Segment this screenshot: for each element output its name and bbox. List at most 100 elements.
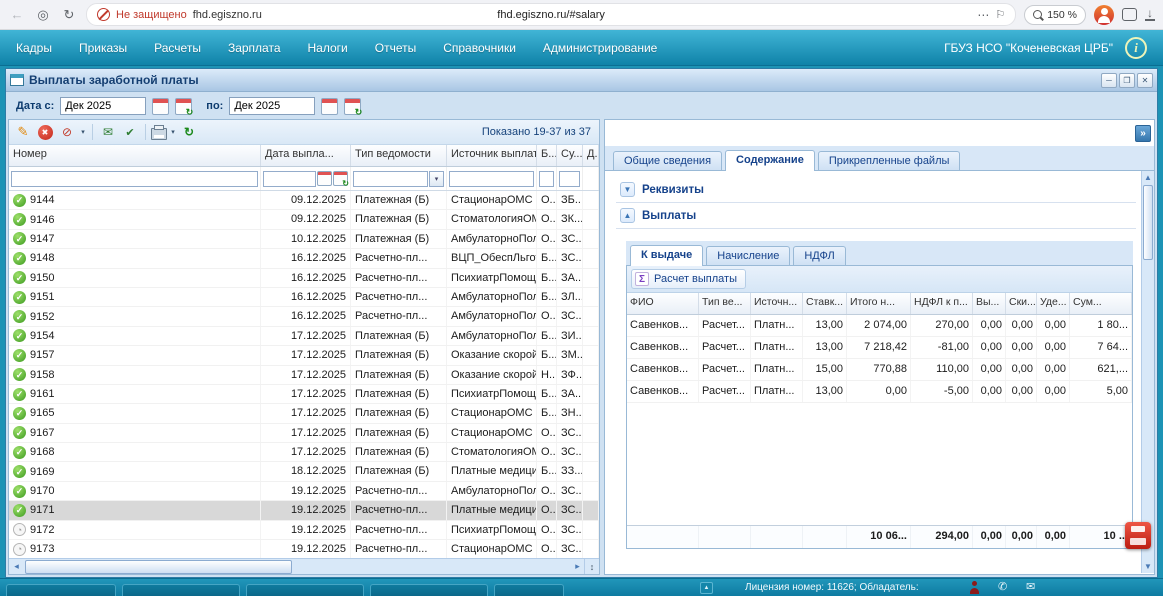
download-icon[interactable]: ↓ xyxy=(1145,7,1155,21)
table-row[interactable]: Савенков... Расчет... Платн... 13,00 2 0… xyxy=(627,315,1132,337)
taskbar-button[interactable] xyxy=(6,584,116,596)
calendar-refresh-icon[interactable] xyxy=(344,97,362,118)
phone-icon[interactable]: ✆ xyxy=(998,580,1007,593)
site-icon[interactable]: ◎ xyxy=(34,7,52,23)
table-row[interactable]: 9158 17.12.2025 Платежная (Б) Оказание с… xyxy=(9,365,599,385)
column-header-source[interactable]: Источник выплат xyxy=(447,145,537,166)
date-to-input[interactable] xyxy=(229,97,316,115)
refresh-icon[interactable]: ↻ xyxy=(179,122,199,142)
table-row[interactable]: 9152 16.12.2025 Расчетно-пл... Амбулатор… xyxy=(9,307,599,327)
table-row[interactable]: 9172 19.12.2025 Расчетно-пл... ПсихиатрП… xyxy=(9,520,599,541)
more-icon[interactable]: ⋯ xyxy=(977,8,989,22)
calendar-refresh-icon[interactable] xyxy=(333,171,349,188)
taskbar-button[interactable] xyxy=(494,584,564,596)
send-icon[interactable]: ✉ xyxy=(98,122,118,142)
calc-payment-button[interactable]: Σ Расчет выплаты xyxy=(631,269,746,289)
scroll-up-button[interactable]: ▲ xyxy=(700,582,713,594)
table-row[interactable]: 9157 17.12.2025 Платежная (Б) Оказание с… xyxy=(9,346,599,366)
column-header-ski[interactable]: Ски... xyxy=(1006,293,1037,314)
column-header-vy[interactable]: Вы... xyxy=(973,293,1006,314)
chevron-down-icon[interactable]: ▾ xyxy=(169,128,177,136)
filter-date-input[interactable] xyxy=(263,170,316,187)
print-report-icon[interactable] xyxy=(1125,522,1151,549)
column-header-date[interactable]: Дата выпла... xyxy=(261,145,351,166)
column-header-type[interactable]: Тип ве... xyxy=(699,293,751,314)
scrollbar-thumb[interactable] xyxy=(25,560,292,574)
menu-item[interactable]: Отчеты xyxy=(375,41,416,55)
payout-tab[interactable]: Начисление xyxy=(706,246,791,265)
profile-avatar-icon[interactable] xyxy=(1094,4,1114,25)
table-row[interactable]: 9169 18.12.2025 Платежная (Б) Платные ме… xyxy=(9,462,599,482)
chevron-down-icon[interactable]: ▾ xyxy=(79,128,87,136)
print-icon[interactable] xyxy=(151,124,167,140)
taskbar-button[interactable] xyxy=(122,584,240,596)
column-header-number[interactable]: Номер xyxy=(9,145,261,166)
menu-item[interactable]: Приказы xyxy=(79,41,127,55)
table-row[interactable]: Савенков... Расчет... Платн... 13,00 7 2… xyxy=(627,337,1132,359)
detail-tab[interactable]: Содержание xyxy=(725,150,815,171)
table-row[interactable]: 9147 10.12.2025 Платежная (Б) Амбулаторн… xyxy=(9,229,599,250)
scroll-down-icon[interactable]: ▼ xyxy=(1142,560,1154,573)
scrollbar-thumb[interactable] xyxy=(1143,185,1153,260)
table-row[interactable]: Савенков... Расчет... Платн... 13,00 0,0… xyxy=(627,381,1132,403)
calendar-icon[interactable] xyxy=(152,97,170,115)
menu-item[interactable]: Кадры xyxy=(16,41,52,55)
dropdown-icon[interactable]: ▾ xyxy=(429,170,444,187)
table-row[interactable]: 9173 19.12.2025 Расчетно-пл... Стационар… xyxy=(9,540,599,558)
scroll-up-icon[interactable]: ▲ xyxy=(1142,171,1154,184)
filter-number-input[interactable] xyxy=(11,170,258,187)
table-row[interactable]: 9146 09.12.2025 Платежная (Б) Стоматолог… xyxy=(9,210,599,230)
date-from-input[interactable] xyxy=(60,97,147,115)
close-button[interactable]: ✕ xyxy=(1137,72,1153,88)
filter-su-input[interactable] xyxy=(559,170,580,187)
resize-icon[interactable]: ↕ xyxy=(584,559,599,574)
column-header-total[interactable]: Итого н... xyxy=(847,293,911,314)
minimize-button[interactable]: ─ xyxy=(1101,72,1117,88)
column-header-fio[interactable]: ФИО xyxy=(627,293,699,314)
table-row[interactable]: 9150 16.12.2025 Расчетно-пл... ПсихиатрП… xyxy=(9,268,599,288)
horizontal-scrollbar[interactable]: ◂ ▸ ↕ xyxy=(9,558,599,574)
table-row[interactable]: 9168 17.12.2025 Платежная (Б) Стоматолог… xyxy=(9,443,599,463)
table-row[interactable]: 9170 19.12.2025 Расчетно-пл... Амбулатор… xyxy=(9,481,599,502)
vertical-scrollbar[interactable]: ▲ ▼ xyxy=(1141,171,1154,573)
taskbar-button[interactable] xyxy=(370,584,488,596)
back-icon[interactable]: ← xyxy=(8,7,26,22)
column-header-ndfl[interactable]: НДФЛ к п... xyxy=(911,293,973,314)
menu-item[interactable]: Налоги xyxy=(308,41,348,55)
calendar-icon[interactable] xyxy=(317,171,332,186)
table-row[interactable]: 9167 17.12.2025 Платежная (Б) СтационарО… xyxy=(9,423,599,444)
column-header-ude[interactable]: Уде... xyxy=(1037,293,1070,314)
filter-b-input[interactable] xyxy=(539,170,554,187)
restore-button[interactable]: ❐ xyxy=(1119,72,1135,88)
person-icon[interactable] xyxy=(968,581,981,594)
scroll-left-icon[interactable]: ◂ xyxy=(9,559,24,574)
table-row[interactable]: 9144 09.12.2025 Платежная (Б) СтационарО… xyxy=(9,191,599,211)
taskbar-button[interactable] xyxy=(246,584,364,596)
column-header-sum[interactable]: Сум... xyxy=(1070,293,1132,314)
detail-tab[interactable]: Общие сведения xyxy=(613,151,723,170)
menu-item[interactable]: Расчеты xyxy=(154,41,201,55)
column-header-b[interactable]: Б... xyxy=(537,145,557,166)
detail-tab[interactable]: Прикрепленные файлы xyxy=(817,151,961,170)
menu-item[interactable]: Справочники xyxy=(443,41,516,55)
column-header-d[interactable]: Д... xyxy=(583,145,599,166)
expand-icon[interactable]: ▼ xyxy=(620,182,635,197)
column-header-source[interactable]: Источн... xyxy=(751,293,803,314)
table-row[interactable]: 9151 16.12.2025 Расчетно-пл... Амбулатор… xyxy=(9,287,599,308)
column-header-type[interactable]: Тип ведомости xyxy=(351,145,447,166)
mail-icon[interactable]: ✉ xyxy=(1026,580,1035,593)
edit-icon[interactable]: ✎ xyxy=(13,122,33,142)
zoom-control[interactable]: 150 % xyxy=(1024,4,1086,25)
calendar-icon[interactable] xyxy=(321,97,339,115)
table-row[interactable]: Савенков... Расчет... Платн... 15,00 770… xyxy=(627,359,1132,381)
scroll-right-icon[interactable]: ▸ xyxy=(570,559,585,574)
menu-item[interactable]: Администрирование xyxy=(543,41,657,55)
table-row[interactable]: 9154 17.12.2025 Платежная (Б) Амбулаторн… xyxy=(9,326,599,347)
filter-type-input[interactable] xyxy=(353,170,428,187)
tabs-icon[interactable] xyxy=(1122,8,1137,21)
payout-tab[interactable]: К выдаче xyxy=(630,245,704,266)
info-icon[interactable]: i xyxy=(1125,36,1147,59)
table-row[interactable]: 9171 19.12.2025 Расчетно-пл... Платные м… xyxy=(9,501,599,521)
url-bar[interactable]: Не защищено fhd.egiszno.ru fhd.egiszno.r… xyxy=(86,3,1017,26)
menu-item[interactable]: Зарплата xyxy=(228,41,281,55)
